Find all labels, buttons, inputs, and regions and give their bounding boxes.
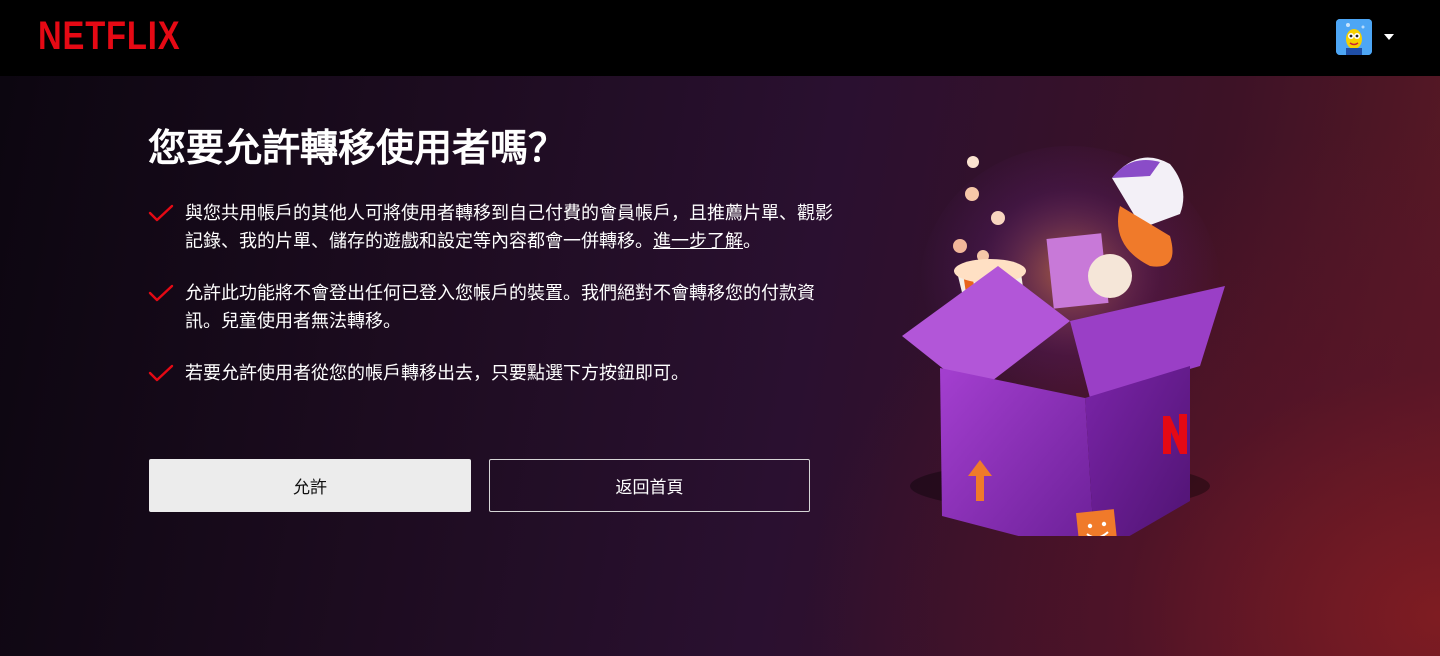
disc xyxy=(1088,254,1132,298)
allow-button[interactable]: 允許 xyxy=(149,459,471,512)
popcorn-piece xyxy=(967,156,979,168)
caret-down-icon[interactable] xyxy=(1384,34,1394,40)
profile-menu[interactable] xyxy=(1336,19,1394,55)
gift-box-illustration xyxy=(902,146,1225,536)
popcorn-piece xyxy=(965,187,979,201)
bullet-text: 若要允許使用者從您的帳戶轉移出去，只要點選下方按鈕即可。 xyxy=(185,363,689,384)
bullet-text-end: 。 xyxy=(743,231,761,252)
checkmark-icon xyxy=(148,204,174,222)
info-list: 與您共用帳戶的其他人可將使用者轉移到自己付費的會員帳戶，且推薦片單、觀影記錄、我… xyxy=(148,200,838,412)
list-item: 若要允許使用者從您的帳戶轉移出去，只要點選下方按鈕即可。 xyxy=(148,360,838,388)
list-item: 與您共用帳戶的其他人可將使用者轉移到自己付費的會員帳戶，且推薦片單、觀影記錄、我… xyxy=(148,200,838,256)
learn-more-link[interactable]: 進一步了解 xyxy=(653,231,743,252)
page-title: 您要允許轉移使用者嗎？ xyxy=(148,126,567,170)
popcorn-piece xyxy=(953,239,967,253)
popcorn-piece xyxy=(991,211,1005,225)
checkmark-icon xyxy=(148,284,174,302)
profile-avatar-icon[interactable] xyxy=(1336,19,1372,55)
netflix-logo[interactable]: NETFLIX xyxy=(38,14,180,58)
list-item: 允許此功能將不會登出任何已登入您帳戶的裝置。我們絕對不會轉移您的付款資訊。兒童使… xyxy=(148,280,838,336)
checkmark-icon xyxy=(148,364,174,382)
bullet-text: 允許此功能將不會登出任何已登入您帳戶的裝置。我們絕對不會轉移您的付款資訊。兒童使… xyxy=(185,283,815,332)
smiley-sticker xyxy=(1076,509,1118,536)
main-content: 您要允許轉移使用者嗎？ 與您共用帳戶的其他人可將使用者轉移到自己付費的會員帳戶，… xyxy=(0,76,1440,656)
top-bar: NETFLIX xyxy=(0,0,1440,76)
back-home-button[interactable]: 返回首頁 xyxy=(489,459,810,512)
